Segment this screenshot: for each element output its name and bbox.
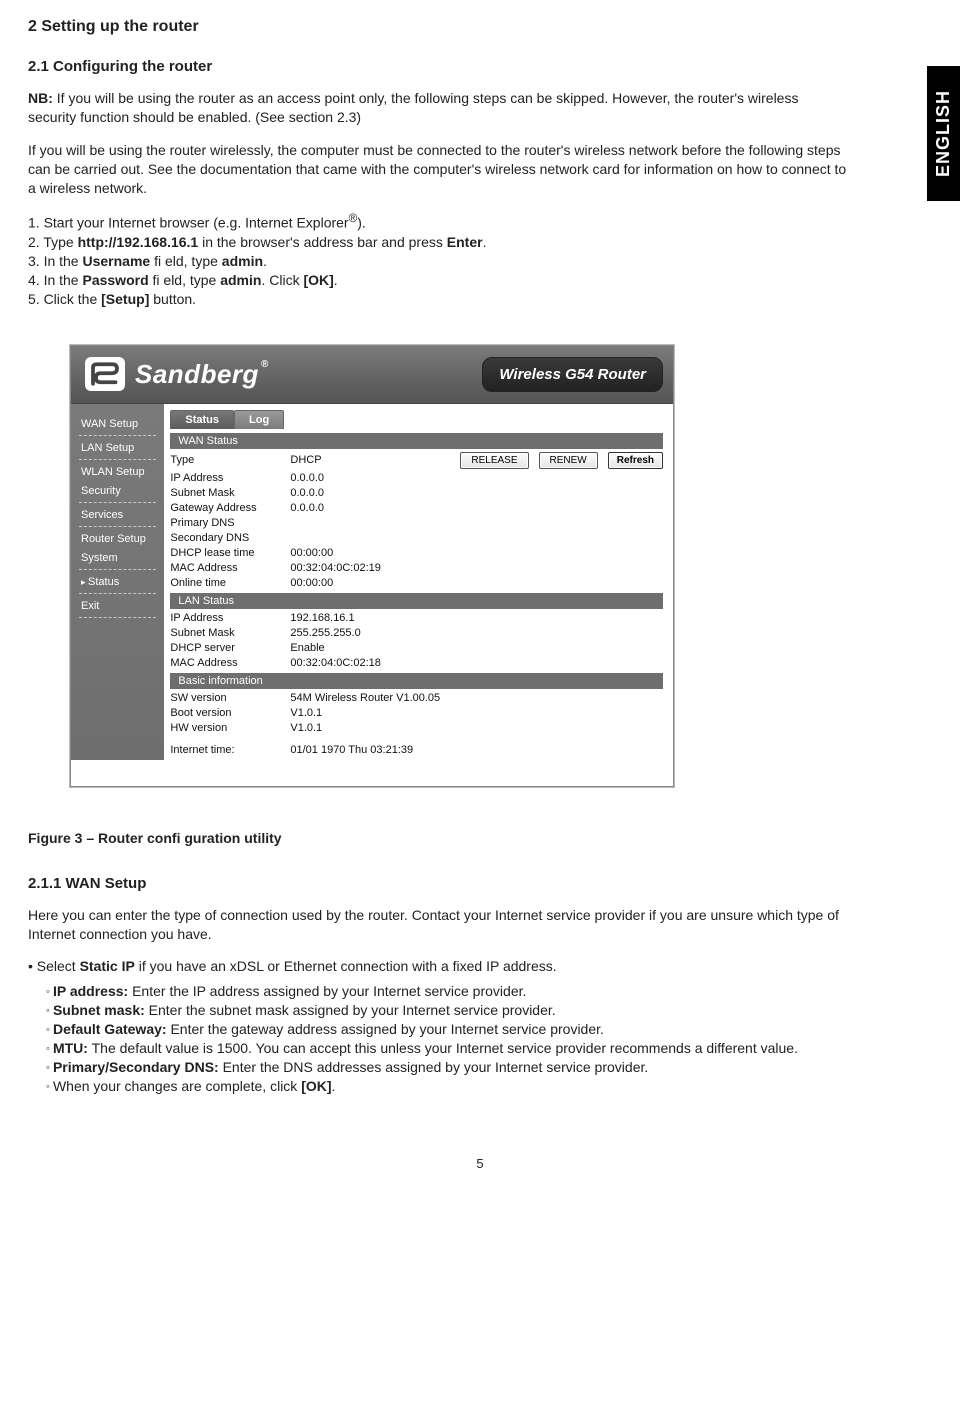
- page-number: 5: [28, 1156, 932, 1171]
- lan-grid: IP Address192.168.16.1 Subnet Mask255.25…: [170, 612, 663, 669]
- subbullet-list: IP address: Enter the IP address assigne…: [46, 982, 932, 1095]
- sub-ip: IP address: Enter the IP address assigne…: [46, 982, 932, 1001]
- internet-time-value: 01/01 1970 Thu 03:21:39: [290, 744, 663, 756]
- sw-version-value: 54M Wireless Router V1.00.05: [290, 692, 663, 704]
- sub-gateway: Default Gateway: Enter the gateway addre…: [46, 1020, 932, 1039]
- nb-body: If you will be using the router as an ac…: [28, 90, 798, 125]
- sub-subnet: Subnet mask: Enter the subnet mask assig…: [46, 1001, 932, 1020]
- product-name: Wireless G54 Router: [482, 357, 663, 392]
- sub-dns: Primary/Secondary DNS: Enter the DNS add…: [46, 1058, 932, 1077]
- step-4: 4. In the Password fi eld, type admin. C…: [28, 271, 932, 290]
- lan-dhcp-value: Enable: [290, 642, 460, 654]
- wan-type-label: Type: [170, 454, 290, 466]
- heading-sub: 2.1 Configuring the router: [28, 58, 932, 75]
- router-header: Sandberg® Wireless G54 Router: [71, 346, 673, 404]
- router-screenshot: Sandberg® Wireless G54 Router WAN Setup …: [70, 345, 674, 787]
- lan-dhcp-label: DHCP server: [170, 642, 290, 654]
- wan-online-value: 00:00:00: [290, 577, 460, 589]
- nb-paragraph: NB: If you will be using the router as a…: [28, 89, 848, 127]
- basic-info-header: Basic information: [170, 673, 663, 689]
- sidebar-item-security[interactable]: Security: [71, 481, 164, 500]
- wan-subnet-label: Subnet Mask: [170, 487, 290, 499]
- wan-online-label: Online time: [170, 577, 290, 589]
- heading-main: 2 Setting up the router: [28, 18, 932, 36]
- sidebar-item-router-setup[interactable]: Router Setup: [71, 529, 164, 548]
- bullet-block: • Select Static IP if you have an xDSL o…: [28, 958, 932, 1095]
- wan-type-value: DHCP: [290, 454, 460, 466]
- sub-ok: When your changes are complete, click [O…: [46, 1077, 932, 1096]
- wan-ip-label: IP Address: [170, 472, 290, 484]
- lan-subnet-label: Subnet Mask: [170, 627, 290, 639]
- wan-subnet-value: 0.0.0.0: [290, 487, 460, 499]
- router-tabs: Status Log: [170, 410, 663, 429]
- router-main: Status Log WAN Status Type DHCP RELEASE …: [164, 404, 673, 760]
- basic-grid: SW version54M Wireless Router V1.00.05 B…: [170, 692, 663, 734]
- brand-block: Sandberg®: [85, 357, 269, 391]
- lan-ip-label: IP Address: [170, 612, 290, 624]
- step-list: 1. Start your Internet browser (e.g. Int…: [28, 211, 932, 308]
- internet-time-label: Internet time:: [170, 744, 290, 756]
- intro-paragraph: If you will be using the router wireless…: [28, 141, 848, 198]
- sidebar-item-exit[interactable]: Exit: [71, 596, 164, 615]
- wan-lease-value: 00:00:00: [290, 547, 460, 559]
- internet-time-row: Internet time: 01/01 1970 Thu 03:21:39: [170, 744, 663, 756]
- renew-button[interactable]: RENEW: [539, 452, 598, 469]
- wan-mac-label: MAC Address: [170, 562, 290, 574]
- hw-version-value: V1.0.1: [290, 722, 460, 734]
- lan-mac-label: MAC Address: [170, 657, 290, 669]
- step-3: 3. In the Username fi eld, type admin.: [28, 252, 932, 271]
- sidebar-item-wan-setup[interactable]: WAN Setup: [71, 414, 164, 433]
- para-211: Here you can enter the type of connectio…: [28, 906, 848, 944]
- step-5: 5. Click the [Setup] button.: [28, 290, 932, 309]
- boot-version-label: Boot version: [170, 707, 290, 719]
- tab-log[interactable]: Log: [234, 410, 284, 429]
- language-tab: ENGLISH: [927, 66, 960, 201]
- step-1: 1. Start your Internet browser (e.g. Int…: [28, 211, 932, 233]
- tab-status[interactable]: Status: [170, 410, 234, 429]
- sidebar-item-system[interactable]: System: [71, 548, 164, 567]
- sw-version-label: SW version: [170, 692, 290, 704]
- router-sidebar: WAN Setup LAN Setup WLAN Setup Security …: [71, 404, 164, 760]
- wan-mac-value: 00:32:04:0C:02:19: [290, 562, 460, 574]
- brand-name: Sandberg®: [135, 359, 269, 390]
- boot-version-value: V1.0.1: [290, 707, 460, 719]
- wan-lease-label: DHCP lease time: [170, 547, 290, 559]
- refresh-button[interactable]: Refresh: [608, 452, 663, 469]
- lan-status-header: LAN Status: [170, 593, 663, 609]
- lan-subnet-value: 255.255.255.0: [290, 627, 460, 639]
- wan-gateway-label: Gateway Address: [170, 502, 290, 514]
- sidebar-item-services[interactable]: Services: [71, 505, 164, 524]
- lan-ip-value: 192.168.16.1: [290, 612, 460, 624]
- release-button[interactable]: RELEASE: [460, 452, 528, 469]
- bullet-static-ip: • Select Static IP if you have an xDSL o…: [28, 958, 932, 974]
- sidebar-item-wlan-setup[interactable]: WLAN Setup: [71, 462, 164, 481]
- hw-version-label: HW version: [170, 722, 290, 734]
- wan-pdns-label: Primary DNS: [170, 517, 290, 529]
- nb-label: NB:: [28, 90, 53, 106]
- wan-ip-value: 0.0.0.0: [290, 472, 460, 484]
- sub-mtu: MTU: The default value is 1500. You can …: [46, 1039, 932, 1058]
- brand-logo-icon: [85, 357, 125, 391]
- lan-mac-value: 00:32:04:0C:02:18: [290, 657, 460, 669]
- wan-status-header: WAN Status: [170, 433, 663, 449]
- heading-211: 2.1.1 WAN Setup: [28, 875, 932, 892]
- sidebar-item-lan-setup[interactable]: LAN Setup: [71, 438, 164, 457]
- wan-sdns-label: Secondary DNS: [170, 532, 290, 544]
- figure-caption: Figure 3 – Router confi guration utility: [28, 829, 848, 848]
- wan-grid: Type DHCP RELEASE RENEW Refresh IP Addre…: [170, 452, 663, 589]
- sidebar-item-status[interactable]: Status: [71, 572, 164, 591]
- step-2: 2. Type http://192.168.16.1 in the brows…: [28, 233, 932, 252]
- wan-gateway-value: 0.0.0.0: [290, 502, 460, 514]
